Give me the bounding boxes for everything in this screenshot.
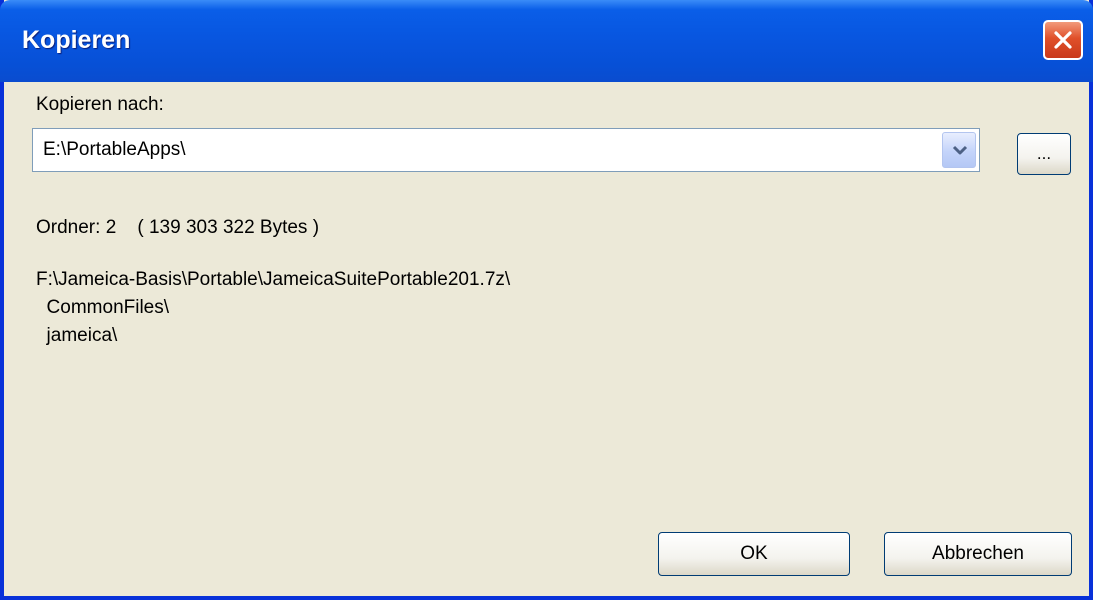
summary-text: Ordner: 2 ( 139 303 322 Bytes )	[36, 217, 320, 238]
source-item: jameica\	[36, 325, 118, 346]
ok-button[interactable]: OK	[658, 532, 850, 576]
source-item: CommonFiles\	[36, 297, 170, 318]
window-title: Kopieren	[22, 26, 131, 54]
destination-value[interactable]: E:\PortableApps\	[43, 139, 186, 161]
destination-label: Kopieren nach:	[36, 94, 164, 115]
title-bar[interactable]: Kopieren	[0, 0, 1093, 82]
source-path: F:\Jameica-Basis\Portable\JameicaSuitePo…	[36, 269, 511, 290]
cancel-button[interactable]: Abbrechen	[884, 532, 1072, 576]
browse-button[interactable]: ...	[1017, 133, 1071, 175]
dropdown-button[interactable]	[942, 132, 976, 168]
chevron-down-icon	[952, 145, 968, 155]
close-icon	[1054, 31, 1072, 49]
destination-combobox[interactable]: E:\PortableApps\	[32, 128, 980, 172]
close-button[interactable]	[1043, 20, 1083, 60]
